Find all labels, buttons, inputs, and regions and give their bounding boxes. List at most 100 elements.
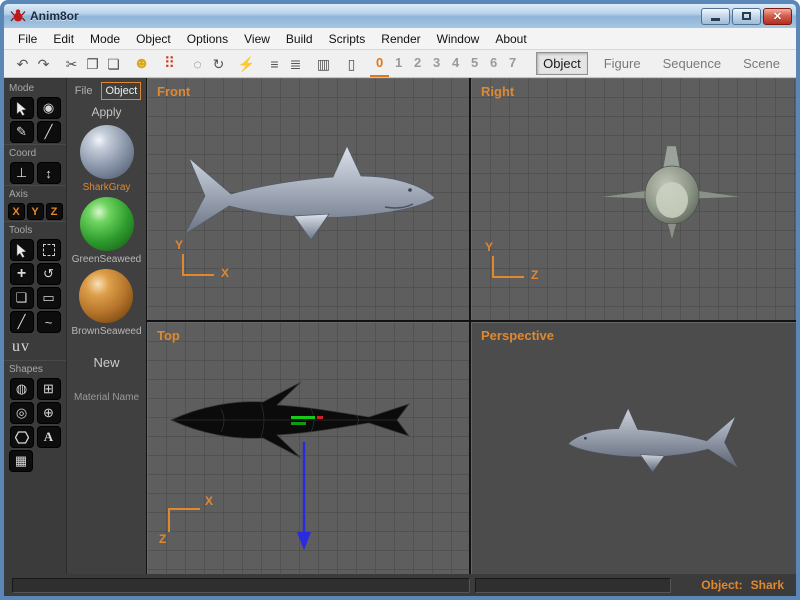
axis-y-button[interactable]: Y <box>26 203 44 220</box>
materials-tab-file[interactable]: File <box>72 83 96 99</box>
shaded-list-icon[interactable]: ≣ <box>285 51 306 77</box>
redo-icon[interactable]: ↷ <box>33 51 54 77</box>
axis-z-button[interactable]: Z <box>45 203 63 220</box>
frame-7[interactable]: 7 <box>503 51 522 77</box>
viewport-top[interactable]: Top X Z <box>147 322 469 574</box>
viewport-perspective[interactable]: Perspective <box>471 322 796 574</box>
hexagon-shape-button[interactable] <box>9 426 34 448</box>
knife-tool-button[interactable]: ╱ <box>36 121 61 143</box>
minimize-button[interactable] <box>701 7 730 25</box>
close-button[interactable]: ✕ <box>763 7 792 25</box>
move-tool-button[interactable]: + <box>9 263 34 285</box>
dots-grid-icon[interactable]: ⠿ <box>159 51 180 77</box>
maximize-icon <box>742 12 751 20</box>
menu-render[interactable]: Render <box>373 29 428 49</box>
text-tool-button[interactable]: A <box>36 426 61 448</box>
curve-tool-button[interactable]: ~ <box>36 311 61 333</box>
tab-sequence[interactable]: Sequence <box>657 53 728 74</box>
axis-h-label: X <box>205 494 214 508</box>
undo-icon[interactable]: ↶ <box>12 51 33 77</box>
axis-elbow <box>168 508 200 532</box>
paste-icon[interactable]: ❏ <box>103 51 124 77</box>
wireframe-list-icon[interactable]: ≡ <box>264 51 285 77</box>
drag-select-button[interactable] <box>36 239 61 261</box>
menu-about[interactable]: About <box>487 29 534 49</box>
axis-x-button[interactable]: X <box>7 203 25 220</box>
materials-tab-object[interactable]: Object <box>101 82 142 100</box>
titlebar[interactable]: Anim8or ✕ <box>4 4 796 28</box>
rotate-view-icon[interactable]: ↻ <box>208 51 229 77</box>
apply-button[interactable]: Apply <box>91 105 121 119</box>
viewport-front-label: Front <box>157 84 191 99</box>
shark-model-right[interactable] <box>596 138 746 243</box>
shark-model-perspective[interactable] <box>563 402 753 482</box>
menu-mode[interactable]: Mode <box>82 29 128 49</box>
point-circle-icon[interactable]: ◌ <box>187 51 208 77</box>
viewport-front[interactable]: Front Y X <box>147 78 469 320</box>
section-label-axis: Axis <box>4 185 66 202</box>
frame-number-strip: 0 1 2 3 4 5 6 7 <box>370 51 522 77</box>
visibility-button[interactable]: ◉ <box>36 97 61 119</box>
line-tool-button[interactable]: ╱ <box>9 311 34 333</box>
stretch-tool-button[interactable]: ▭ <box>36 287 61 309</box>
frame-0[interactable]: 0 <box>370 51 390 77</box>
axis-elbow <box>182 254 214 276</box>
world-coord-button[interactable]: ⊥ <box>9 162 34 184</box>
gridded-sphere-button[interactable]: ⊞ <box>36 378 61 400</box>
viewport-area: Front Y X Right Y Z Top X Z Perspective <box>146 78 796 574</box>
material-preview-brownseaweed[interactable] <box>79 269 134 323</box>
mesh-grid-button[interactable]: ▦ <box>9 450 33 472</box>
shark-model-front[interactable] <box>163 138 443 253</box>
sphere-shape-button[interactable]: ◍ <box>9 378 34 400</box>
screen-coord-button[interactable]: ↕ <box>36 162 61 184</box>
scale-tool-button[interactable]: ❏ <box>9 287 34 309</box>
edit-tool-button[interactable]: ✎ <box>9 121 34 143</box>
select-mode-button[interactable] <box>9 97 34 119</box>
frame-3[interactable]: 3 <box>427 51 446 77</box>
menu-scripts[interactable]: Scripts <box>321 29 374 49</box>
translate-gizmo-arrow[interactable] <box>297 442 311 550</box>
menu-object[interactable]: Object <box>128 29 179 49</box>
tab-scene[interactable]: Scene <box>737 53 786 74</box>
device-icon[interactable]: ▯ <box>341 51 362 77</box>
dashed-select-icon <box>42 244 55 256</box>
viewport-right[interactable]: Right Y Z <box>471 78 796 320</box>
frame-1[interactable]: 1 <box>389 51 408 77</box>
copy-icon[interactable]: ❐ <box>82 51 103 77</box>
status-object-label: Object: <box>701 578 743 592</box>
menu-build[interactable]: Build <box>278 29 321 49</box>
material-name-brownseaweed[interactable]: BrownSeaweed <box>71 326 141 337</box>
frame-6[interactable]: 6 <box>484 51 503 77</box>
selected-edge-red[interactable] <box>317 416 323 419</box>
tools-select-button[interactable] <box>9 239 34 261</box>
section-label-coord: Coord <box>4 144 66 161</box>
rotate-tool-button[interactable]: ↺ <box>36 263 61 285</box>
material-name-greenseaweed[interactable]: GreenSeaweed <box>72 254 142 265</box>
torus-shape-button[interactable]: ◎ <box>9 402 34 424</box>
maximize-button[interactable] <box>732 7 761 25</box>
menu-options[interactable]: Options <box>179 29 236 49</box>
frame-5[interactable]: 5 <box>465 51 484 77</box>
menu-view[interactable]: View <box>236 29 278 49</box>
cut-icon[interactable]: ✂ <box>61 51 82 77</box>
uv-tool-button[interactable]: uv <box>4 334 66 360</box>
axis-indicator-right: Y Z <box>483 240 545 296</box>
geodesic-shape-button[interactable]: ⊕ <box>36 402 61 424</box>
menu-window[interactable]: Window <box>429 29 488 49</box>
material-preview-greenseaweed[interactable] <box>79 197 134 251</box>
menu-file[interactable]: File <box>10 29 45 49</box>
tab-figure[interactable]: Figure <box>598 53 647 74</box>
menu-edit[interactable]: Edit <box>45 29 82 49</box>
anim8or-window: Anim8or ✕ File Edit Mode Object Options … <box>0 0 800 600</box>
lightning-icon[interactable]: ⚡ <box>236 51 257 77</box>
smiley-icon[interactable]: ☻ <box>131 51 152 77</box>
material-preview-sharkgray[interactable] <box>79 125 134 179</box>
selected-edge-highlight[interactable] <box>291 422 306 425</box>
chart-icon[interactable]: ▥ <box>313 51 334 77</box>
tab-object[interactable]: Object <box>536 52 588 75</box>
selected-edge-highlight[interactable] <box>291 416 315 419</box>
frame-2[interactable]: 2 <box>408 51 427 77</box>
new-material-button[interactable]: New <box>93 355 119 370</box>
material-name-sharkgray[interactable]: SharkGray <box>83 182 131 193</box>
frame-4[interactable]: 4 <box>446 51 465 77</box>
